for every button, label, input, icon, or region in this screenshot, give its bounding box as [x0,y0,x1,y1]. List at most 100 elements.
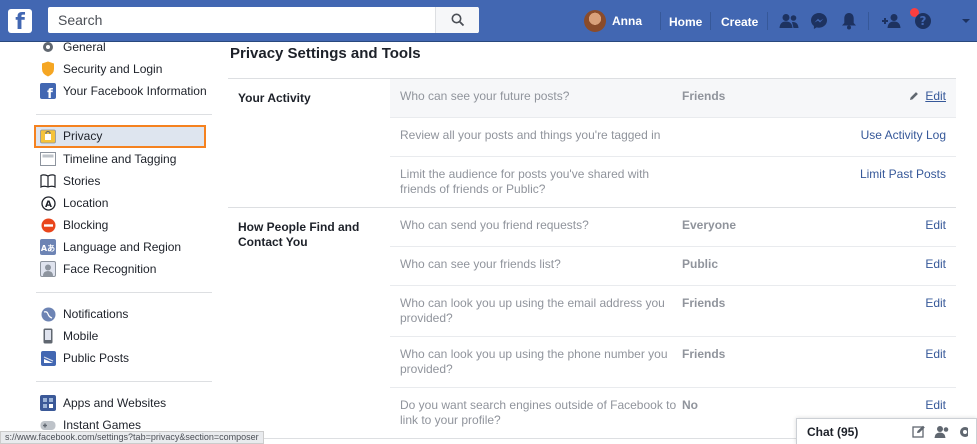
sidebar-divider [36,114,212,115]
shield-icon [40,61,56,77]
sidebar-item-face-recognition[interactable]: Face Recognition [36,258,212,280]
edit-search-engines-link[interactable]: Edit [802,398,946,413]
edit-friend-requests-link[interactable]: Edit [802,218,946,233]
sidebar-divider [36,292,212,293]
sidebar-item-language-and-region[interactable]: Aあ Language and Region [36,236,212,258]
setting-question: Who can see your future posts? [400,89,570,103]
friend-requests-icon[interactable] [778,11,800,31]
gear-icon [40,39,56,55]
sidebar-item-label: Location [63,196,109,210]
use-activity-log-link[interactable]: Use Activity Log [802,128,946,143]
facebook-icon: f [40,83,56,99]
sidebar-item-notifications[interactable]: Notifications [36,303,212,325]
mobile-icon [40,328,56,344]
nav-divider [710,12,711,30]
sidebar-item-label: Apps and Websites [63,396,167,410]
facebook-logo-icon[interactable]: f [8,9,32,35]
profile-link[interactable]: Anna [584,10,642,32]
avatar [584,10,606,32]
setting-value: No [682,398,698,412]
setting-row[interactable]: Who can look you up using the email addr… [390,286,956,337]
location-icon: A [40,195,56,211]
setting-value: Everyone [682,218,737,232]
section-title: How People Find and Contact You [238,220,360,249]
section-your-activity: Your Activity Who can see your future po… [228,79,956,208]
browser-status-url: s://www.facebook.com/settings?tab=privac… [0,431,264,444]
lock-icon [40,128,56,144]
sidebar-item-security-and-login[interactable]: Security and Login [36,58,212,80]
sidebar-item-public-posts[interactable]: Public Posts [36,347,212,369]
chat-settings-gear-icon[interactable] [958,425,968,439]
edit-email-lookup-link[interactable]: Edit [802,296,946,311]
setting-row[interactable]: Who can see your friends list? Public Ed… [390,247,956,286]
setting-question: Who can look you up using the phone numb… [400,347,668,376]
setting-row[interactable]: Review all your posts and things you're … [390,118,956,157]
svg-text:A: A [45,200,52,210]
sidebar-item-label: Security and Login [63,62,163,76]
sidebar-item-mobile[interactable]: Mobile [36,325,212,347]
face-icon [40,261,56,277]
svg-text:?: ? [920,14,927,28]
sidebar-item-blocking[interactable]: Blocking [36,214,212,236]
setting-value: Friends [682,89,726,103]
messenger-icon[interactable] [808,11,830,31]
sidebar-item-your-facebook-information[interactable]: f Your Facebook Information [36,80,212,102]
limit-past-posts-link[interactable]: Limit Past Posts [802,167,946,182]
section-title: Your Activity [238,91,311,105]
section-how-people-find-and-contact-you: How People Find and Contact You Who can … [228,208,956,439]
setting-question: Limit the audience for posts you've shar… [400,167,650,196]
setting-question: Do you want search engines outside of Fa… [400,398,677,427]
add-people-icon[interactable] [934,425,950,439]
setting-value: Friends [682,296,726,310]
notifications-bell-icon[interactable] [838,11,860,31]
chat-bar[interactable]: Chat (95) [796,418,977,444]
sidebar-item-label: Face Recognition [63,262,157,276]
sidebar-item-label: Privacy [63,129,103,143]
svg-text:f: f [47,87,53,99]
search-input[interactable]: Search [48,7,478,33]
edit-friends-list-link[interactable]: Edit [802,257,946,272]
create-link[interactable]: Create [721,15,758,29]
sidebar-item-label: Stories [63,174,101,188]
rss-icon [40,350,56,366]
settings-table: Your Activity Who can see your future po… [228,78,956,439]
find-friends-icon[interactable] [880,11,902,31]
setting-row[interactable]: Who can send you friend requests? Everyo… [390,208,956,247]
nav-divider [660,12,661,30]
sidebar-item-privacy[interactable]: Privacy [34,125,206,148]
sidebar-item-label: Blocking [63,218,109,232]
sidebar-item-timeline-and-tagging[interactable]: Timeline and Tagging [36,148,212,170]
sidebar-divider [36,381,212,382]
pencil-icon [910,92,919,100]
sidebar-item-stories[interactable]: Stories [36,170,212,192]
setting-question: Who can look you up using the email addr… [400,296,665,325]
page-title: Privacy Settings and Tools [230,45,421,62]
svg-text:Aあ: Aあ [41,244,55,253]
sidebar-item-label: Public Posts [63,351,130,365]
setting-row[interactable]: Who can look you up using the phone numb… [390,337,956,388]
sidebar-item-location[interactable]: A Location [36,192,212,214]
nav-divider [767,12,768,30]
profile-name: Anna [612,14,642,28]
edit-future-posts-link[interactable]: Edit [802,89,946,104]
block-icon [40,217,56,233]
help-icon[interactable]: ? [912,11,934,31]
setting-value: Public [682,257,719,271]
home-link[interactable]: Home [669,15,702,29]
timeline-icon [40,151,56,167]
apps-icon [40,395,56,411]
sidebar-item-general[interactable]: General [36,36,212,58]
compose-icon[interactable] [912,425,926,439]
setting-row[interactable]: Who can see your future posts? Friends E… [390,79,956,118]
sidebar-item-label: General [63,40,106,54]
sidebar-item-label: Mobile [63,329,99,343]
edit-phone-lookup-link[interactable]: Edit [802,347,946,362]
search-button[interactable] [435,7,479,33]
edit-label: Edit [925,89,946,103]
account-menu-chevron-icon[interactable] [958,11,974,31]
sidebar-item-label: Timeline and Tagging [63,152,177,166]
setting-row[interactable]: Limit the audience for posts you've shar… [390,157,956,207]
sidebar-item-apps-and-websites[interactable]: Apps and Websites [36,392,212,414]
setting-question: Who can see your friends list? [400,257,561,271]
settings-sidebar: General Security and Login f Your Facebo… [34,40,212,436]
